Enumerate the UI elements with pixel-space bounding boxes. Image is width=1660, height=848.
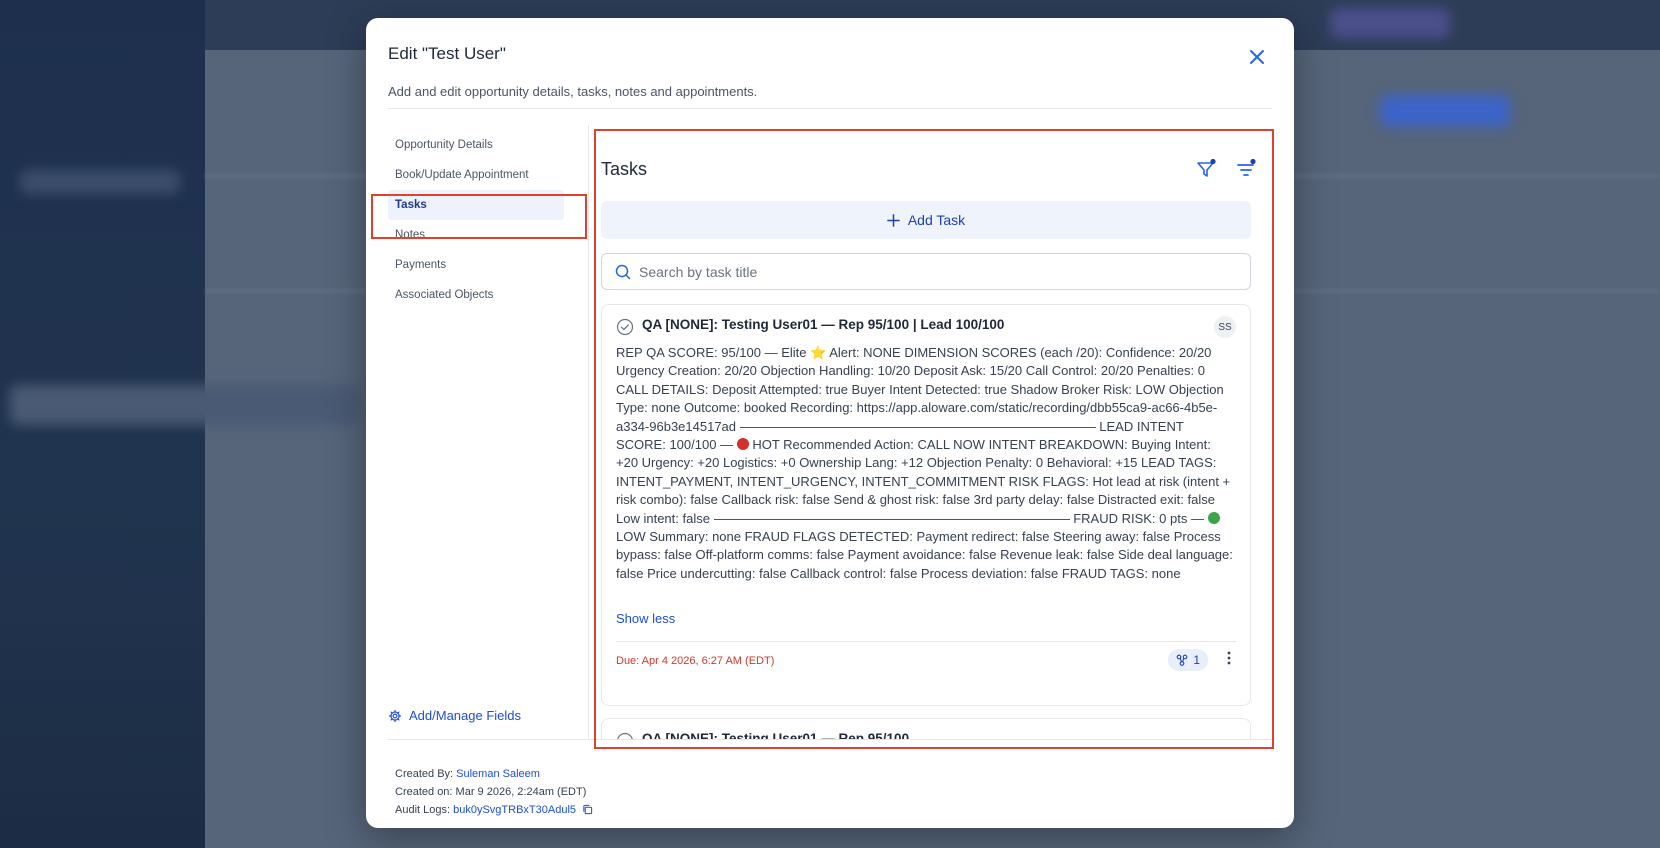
add-manage-fields-button[interactable]: Add/Manage Fields xyxy=(388,708,521,723)
task-complete-checkbox-icon[interactable] xyxy=(616,732,634,739)
plus-icon xyxy=(887,213,900,227)
add-task-label: Add Task xyxy=(907,212,966,228)
audit-logs-link[interactable]: buk0ySvgTRBxT30Adul5 xyxy=(453,804,576,816)
background-blob xyxy=(1380,95,1510,127)
created-on-row: Created on: Mar 9 2026, 2:24am (EDT) xyxy=(395,783,593,801)
filter-icon xyxy=(1197,158,1216,177)
background-blob xyxy=(10,385,360,425)
more-vertical-icon xyxy=(1227,651,1231,665)
task-card[interactable]: QA [NONE]: Testing User01 — Rep 95/100 xyxy=(601,718,1251,739)
gear-icon xyxy=(388,709,402,722)
copy-icon[interactable] xyxy=(582,804,593,815)
audit-logs-label: Audit Logs: xyxy=(395,804,451,816)
separator-line xyxy=(739,426,1096,428)
task-title[interactable]: QA [NONE]: Testing User01 — Rep 95/100 xyxy=(642,731,909,739)
sort-icon xyxy=(1237,158,1256,176)
associations-count: 1 xyxy=(1193,653,1200,667)
task-description: REP QA SCORE: 95/100 — Elite ⭐ Alert: NO… xyxy=(616,344,1236,583)
vertical-divider xyxy=(588,125,589,739)
filter-button[interactable] xyxy=(1195,158,1217,185)
audit-logs-row: Audit Logs: buk0ySvgTRBxT30Adul5 xyxy=(395,801,593,819)
nav-item-opportunity-details[interactable]: Opportunity Details xyxy=(388,130,564,160)
task-complete-checkbox-icon[interactable] xyxy=(616,318,634,336)
modal-subtitle: Add and edit opportunity details, tasks,… xyxy=(388,84,758,99)
associations-icon xyxy=(1176,654,1188,666)
hot-red-circle-icon xyxy=(736,438,749,451)
background-blob xyxy=(1330,8,1450,38)
task-more-options-button[interactable] xyxy=(1226,650,1232,671)
tasks-title: Tasks xyxy=(601,159,648,179)
task-card[interactable]: QA [NONE]: Testing User01 — Rep 95/100 |… xyxy=(601,304,1251,706)
search-icon xyxy=(615,264,631,279)
edit-opportunity-modal: Edit "Test User" Add and edit opportunit… xyxy=(366,18,1294,828)
task-title[interactable]: QA [NONE]: Testing User01 — Rep 95/100 |… xyxy=(642,317,1004,332)
task-description-part: LOW Summary: none FRAUD FLAGS DETECTED: … xyxy=(616,529,1233,581)
tasks-panel: Tasks Add Task Search by task title QA [… xyxy=(601,135,1267,739)
record-meta: Created By: Suleman Saleem Created on: M… xyxy=(395,765,593,819)
sort-button[interactable] xyxy=(1235,158,1257,185)
task-search xyxy=(601,253,1251,290)
associations-badge[interactable]: 1 xyxy=(1168,649,1208,671)
assignee-avatar: SS xyxy=(1214,316,1236,338)
tasks-nav-highlight-box xyxy=(371,194,587,239)
add-task-button[interactable]: Add Task xyxy=(601,201,1251,239)
modal-title: Edit "Test User" xyxy=(388,44,506,63)
task-due-date: Due: Apr 4 2026, 6:27 AM (EDT) xyxy=(616,655,775,667)
show-less-link[interactable]: Show less xyxy=(616,611,675,626)
divider xyxy=(616,641,1236,642)
add-manage-fields-label: Add/Manage Fields xyxy=(409,708,522,723)
nav-item-book-appointment[interactable]: Book/Update Appointment xyxy=(388,160,564,190)
low-green-circle-icon xyxy=(1207,511,1220,524)
task-search-input[interactable] xyxy=(639,263,1199,280)
created-by-link[interactable]: Suleman Saleem xyxy=(456,768,540,780)
close-button[interactable] xyxy=(1246,46,1268,68)
nav-item-payments[interactable]: Payments xyxy=(388,250,564,280)
task-description-part: FRAUD RISK: 0 pts — xyxy=(1073,510,1204,526)
created-by-row: Created By: Suleman Saleem xyxy=(395,765,593,783)
close-icon xyxy=(1250,50,1264,64)
background-blob xyxy=(20,170,180,194)
created-by-label: Created By: xyxy=(395,768,454,780)
created-on-value: Mar 9 2026, 2:24am (EDT) xyxy=(455,786,587,798)
nav-item-associated-objects[interactable]: Associated Objects xyxy=(388,280,564,310)
created-on-label: Created on: xyxy=(395,786,453,798)
divider xyxy=(388,108,1272,109)
separator-line xyxy=(713,518,1070,520)
